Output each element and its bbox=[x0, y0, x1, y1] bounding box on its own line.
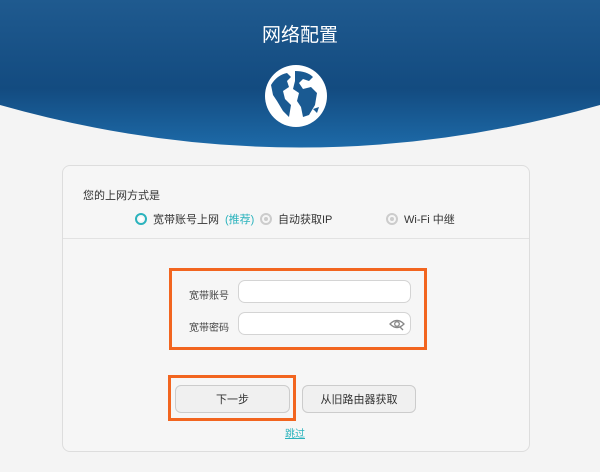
radio-icon bbox=[260, 213, 272, 225]
radio-label: Wi-Fi 中继 bbox=[404, 211, 455, 227]
eye-toggle-icon[interactable] bbox=[389, 317, 405, 331]
password-label: 宽带密码 bbox=[189, 319, 229, 334]
radio-label: 宽带账号上网 bbox=[153, 211, 219, 227]
fetch-from-old-router-button[interactable]: 从旧路由器获取 bbox=[302, 385, 416, 413]
radio-icon bbox=[386, 213, 398, 225]
account-label: 宽带账号 bbox=[189, 287, 229, 302]
globe-icon bbox=[263, 63, 329, 129]
radio-auto-ip[interactable]: 自动获取IP bbox=[260, 211, 332, 227]
radio-broadband[interactable]: 宽带账号上网 (推荐) bbox=[135, 211, 254, 227]
page-title: 网络配置 bbox=[0, 20, 600, 47]
question-label: 您的上网方式是 bbox=[83, 187, 160, 203]
recommended-tag: (推荐) bbox=[225, 211, 254, 227]
radio-wifi-relay[interactable]: Wi-Fi 中继 bbox=[386, 211, 455, 227]
account-input[interactable] bbox=[238, 280, 411, 303]
radio-label: 自动获取IP bbox=[278, 211, 332, 227]
radio-selected-icon bbox=[135, 213, 147, 225]
next-button[interactable]: 下一步 bbox=[175, 385, 290, 413]
divider bbox=[63, 238, 529, 239]
skip-link[interactable]: 跳过 bbox=[285, 425, 305, 440]
password-input[interactable] bbox=[238, 312, 411, 335]
